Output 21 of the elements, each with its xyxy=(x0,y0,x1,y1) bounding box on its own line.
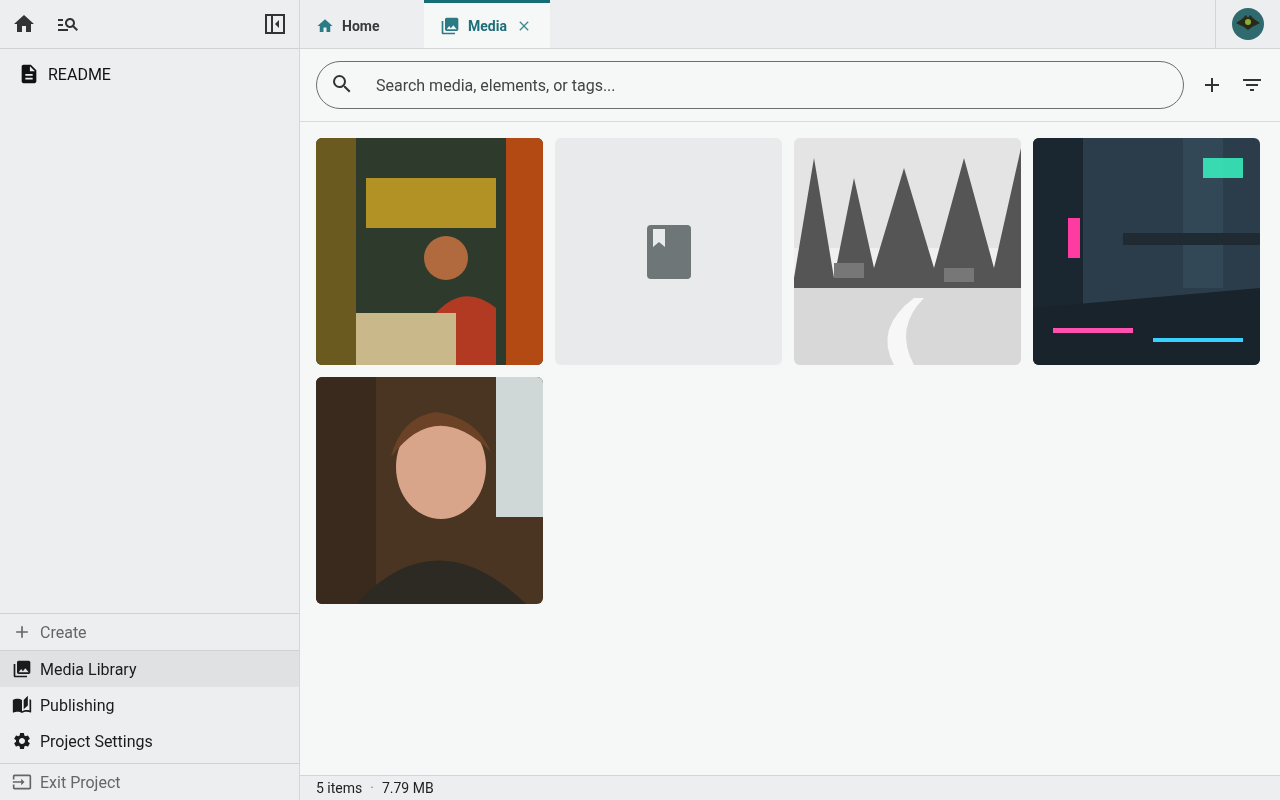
open-book-icon xyxy=(12,695,32,715)
tree-item[interactable]: README xyxy=(0,55,299,93)
placeholder-tile[interactable] xyxy=(555,138,782,365)
nav-item[interactable]: Media Library xyxy=(0,651,299,687)
tab[interactable]: Home xyxy=(300,0,424,48)
item-count: 5 items xyxy=(316,780,363,796)
exit-icon xyxy=(12,772,32,792)
photo-library-icon xyxy=(440,15,460,36)
exit-button[interactable]: Exit Project xyxy=(0,764,299,800)
create-button[interactable]: Create xyxy=(0,614,299,650)
sidebar-toggle-button[interactable] xyxy=(263,12,287,36)
book-icon xyxy=(646,224,691,279)
photo-library-icon xyxy=(12,659,32,679)
total-size: 7.79 MB xyxy=(381,780,434,796)
settings-icon xyxy=(12,731,32,751)
separator: · xyxy=(370,780,374,796)
nav-item[interactable]: Publishing xyxy=(0,687,299,723)
tab[interactable]: Media xyxy=(424,0,550,48)
search-field[interactable]: Search media, elements, or tags... xyxy=(316,61,1184,109)
nav-item[interactable]: Project Settings xyxy=(0,723,299,759)
avatar[interactable] xyxy=(1232,8,1264,40)
